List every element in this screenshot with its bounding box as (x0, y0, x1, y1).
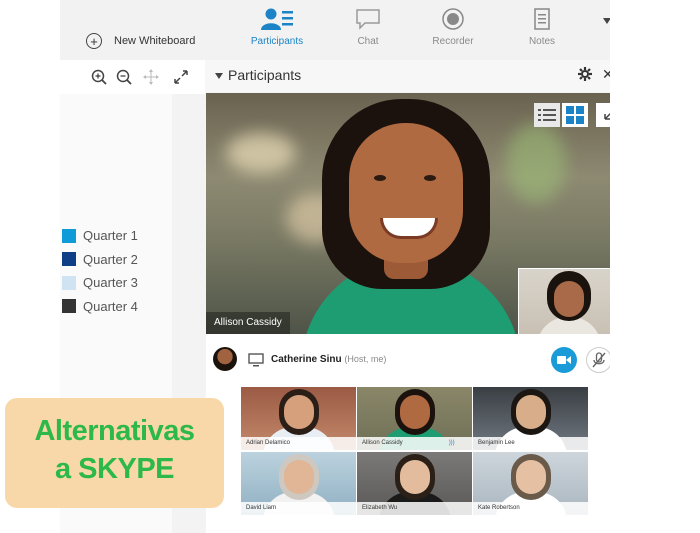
tile-name-text: Allison Cassidy (362, 440, 403, 446)
tab-recorder[interactable]: Recorder (423, 6, 483, 47)
legend-item-quarter-2: Quarter 2 (62, 248, 138, 272)
pan-icon[interactable] (142, 68, 160, 90)
screen-share-icon[interactable] (248, 353, 264, 370)
recorder-icon (423, 6, 483, 32)
tile-name: Elizabeth Wu (357, 502, 472, 515)
tile-face (284, 460, 314, 494)
grid-view-button[interactable] (562, 103, 588, 127)
title-overlay-banner: Alternativas a SKYPE (5, 398, 224, 508)
plus-icon: + (86, 33, 102, 49)
legend-label: Quarter 1 (83, 228, 138, 244)
host-role: (Host, me) (344, 354, 387, 364)
tab-recorder-label: Recorder (432, 36, 474, 47)
new-whiteboard-button[interactable]: + New Whiteboard (86, 33, 195, 49)
legend-label: Quarter 2 (83, 251, 138, 267)
grid-view-icon (566, 106, 584, 124)
tab-participants-label: Participants (250, 36, 304, 47)
speaker-eye (374, 175, 386, 181)
tab-notes[interactable]: Notes (512, 6, 572, 47)
legend-label: Quarter 4 (83, 298, 138, 314)
host-row: Catherine Sinu (Host, me) (206, 334, 610, 384)
participant-tile[interactable]: Benjamin Lee (473, 387, 588, 450)
participant-tile[interactable]: Allison Cassidy))) (357, 387, 472, 450)
tab-chat-label: Chat (357, 36, 379, 47)
participant-tile[interactable]: David Liam (241, 452, 356, 515)
host-name-text: Catherine Sinu (271, 354, 342, 365)
main-video-feed[interactable]: Allison Cassidy (206, 93, 610, 334)
legend-label: Quarter 3 (83, 275, 138, 291)
self-view-thumbnail[interactable] (518, 268, 610, 334)
legend-item-quarter-3: Quarter 3 (62, 271, 138, 295)
self-view-face (554, 281, 584, 317)
collapse-arrow-icon (604, 112, 610, 120)
participant-grid: Adrian Delamico Allison Cassidy))) Benja… (241, 387, 589, 515)
more-menu-caret-icon[interactable] (603, 18, 610, 24)
host-name: Catherine Sinu (Host, me) (271, 354, 386, 365)
camera-toggle-button[interactable] (551, 347, 577, 373)
tab-participants[interactable]: Participants (247, 6, 307, 47)
participant-tile[interactable]: Kate Robertson (473, 452, 588, 515)
fit-screen-icon[interactable] (172, 68, 190, 90)
legend-swatch (62, 252, 76, 267)
tile-name: Allison Cassidy))) (357, 437, 472, 450)
legend-swatch (62, 228, 76, 243)
background-light (226, 133, 296, 173)
muted-mic-icon (592, 352, 606, 368)
avatar (213, 347, 237, 371)
top-toolbar: + New Whiteboard Participants Chat Recor… (60, 0, 610, 61)
participant-tile[interactable]: Adrian Delamico (241, 387, 356, 450)
tile-face (400, 395, 430, 429)
participants-panel-header: Participants ✕ (205, 60, 610, 92)
speaker-face (349, 123, 463, 263)
legend-swatch (62, 299, 76, 314)
tile-name: Adrian Delamico (241, 437, 356, 450)
gear-icon[interactable] (577, 66, 593, 87)
tile-name: Benjamin Lee (473, 437, 588, 450)
list-view-button[interactable] (534, 103, 560, 127)
legend-swatch (62, 275, 76, 290)
zoom-in-icon[interactable] (90, 68, 108, 90)
background-light (506, 123, 566, 203)
tab-chat[interactable]: Chat (338, 6, 398, 47)
zoom-out-icon[interactable] (115, 68, 133, 90)
main-video-name: Allison Cassidy (206, 312, 290, 334)
legend-item-quarter-4: Quarter 4 (62, 295, 138, 319)
tile-face (284, 395, 314, 429)
camera-icon (557, 356, 571, 364)
speaker-eye (424, 175, 436, 181)
legend-item-quarter-1: Quarter 1 (62, 224, 138, 248)
overlay-line-2: a SKYPE (55, 453, 175, 485)
collapse-view-button[interactable] (596, 103, 610, 127)
close-icon[interactable]: ✕ (602, 66, 610, 83)
tile-face (400, 460, 430, 494)
tile-name: Kate Robertson (473, 502, 588, 515)
speaking-indicator-icon: ))) (448, 440, 455, 446)
participants-icon (247, 6, 307, 32)
tab-notes-label: Notes (528, 36, 556, 47)
overlay-line-1: Alternativas (34, 415, 195, 447)
participant-tile[interactable]: Elizabeth Wu (357, 452, 472, 515)
participant-grid-area: Adrian Delamico Allison Cassidy))) Benja… (206, 384, 610, 533)
panel-title: Participants (228, 67, 302, 83)
quarter-legend: Quarter 1 Quarter 2 Quarter 3 Quarter 4 (62, 224, 138, 318)
notes-icon (512, 6, 572, 32)
tile-name: David Liam (241, 502, 356, 515)
chat-icon (338, 6, 398, 32)
new-whiteboard-label: New Whiteboard (114, 35, 196, 47)
tile-face (516, 395, 546, 429)
tile-face (516, 460, 546, 494)
mute-button[interactable] (586, 347, 610, 373)
zoom-toolbar (60, 60, 205, 94)
collapse-triangle-icon[interactable] (215, 73, 223, 79)
list-view-icon (538, 109, 556, 121)
